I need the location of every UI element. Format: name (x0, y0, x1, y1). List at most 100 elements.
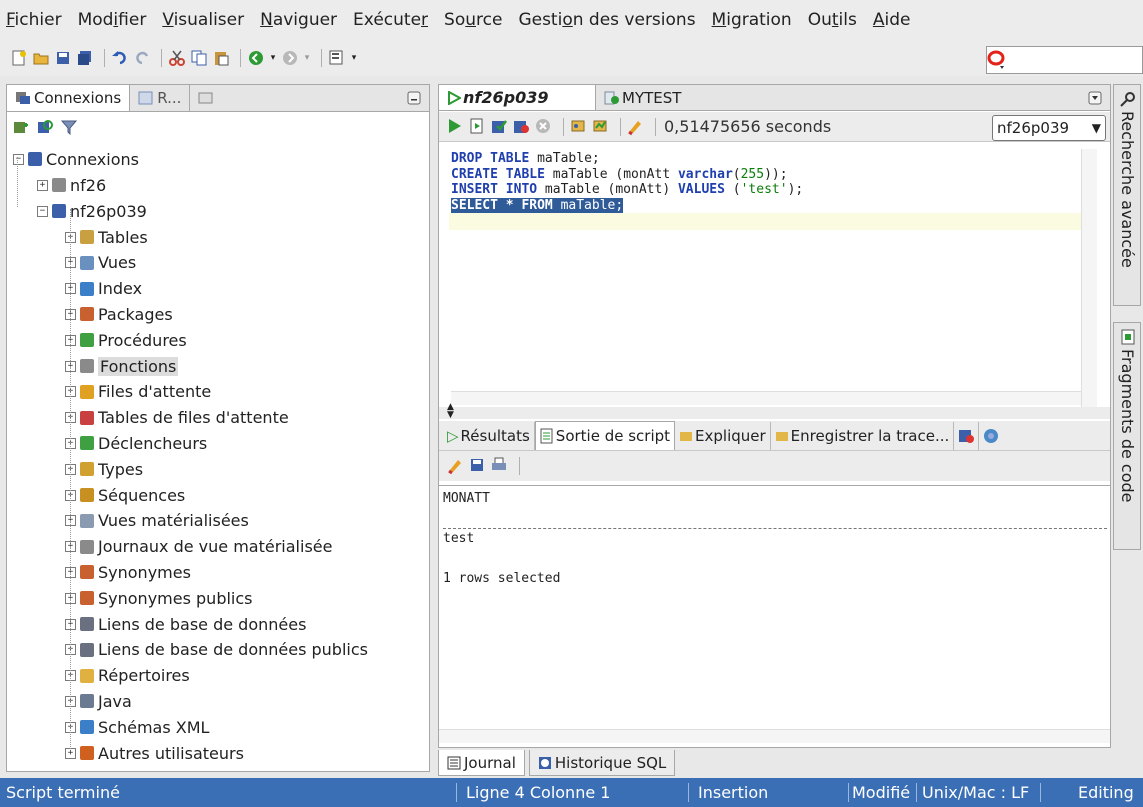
expand-toggle-icon[interactable]: − (13, 153, 24, 165)
paste-icon[interactable] (212, 49, 230, 67)
tree-item[interactable]: + Liens de base de données publics (65, 638, 368, 662)
cancel-icon[interactable] (535, 118, 553, 136)
chevron-down-icon[interactable]: ▾ (303, 49, 311, 67)
tree-item[interactable]: + Autres utilisateurs (65, 741, 244, 765)
advanced-search-sidebar-tab[interactable]: Recherche avancée (1113, 84, 1141, 306)
tab-autotrace[interactable]: Enregistrer la trace... (771, 421, 955, 450)
tree-guide (70, 209, 71, 749)
menu-item[interactable]: Fichier (6, 10, 62, 30)
tree-item[interactable]: + Journaux de vue matérialisée (65, 535, 332, 559)
menu-item[interactable]: Gestion des versions (518, 10, 695, 30)
tab-list-button[interactable] (1080, 85, 1110, 110)
editor-vertical-scrollbar[interactable] (1081, 149, 1097, 407)
tree-item[interactable]: + Java (65, 689, 132, 713)
tree-item[interactable]: + Procédures (65, 328, 187, 352)
tree-item[interactable]: + Liens de base de données (65, 612, 306, 636)
run-script-icon[interactable] (469, 118, 487, 136)
tree-item[interactable]: + Tables de files d'attente (65, 406, 289, 430)
splitter-arrows-icon[interactable]: ▲ ▼ (447, 403, 454, 420)
tree-item[interactable]: + Fonctions (65, 354, 179, 378)
expand-toggle-icon[interactable]: + (65, 747, 76, 759)
save-icon[interactable] (54, 49, 72, 67)
refresh-icon[interactable] (37, 119, 53, 135)
menu-item[interactable]: Naviguer (260, 10, 337, 30)
undo-icon[interactable] (111, 49, 129, 67)
menu-item[interactable]: Migration (712, 10, 792, 30)
save-all-icon[interactable] (76, 49, 94, 67)
tree-item[interactable]: + Répertoires (65, 664, 190, 688)
menu-item[interactable]: Exécuter (353, 10, 428, 30)
copy-icon[interactable] (190, 49, 208, 67)
tab-dbms-output[interactable] (954, 421, 980, 450)
tree-item[interactable]: + Index (65, 277, 142, 301)
folder-icon (80, 384, 94, 399)
menu-item[interactable]: Modifier (78, 10, 147, 30)
open-folder-icon[interactable] (32, 49, 50, 67)
menu-item[interactable]: Visualiser (162, 10, 244, 30)
forward-icon[interactable] (281, 49, 299, 67)
tab-worksheet[interactable]: nf26p039 (439, 85, 596, 110)
oracle-search-icon[interactable] (987, 50, 1007, 70)
chevron-down-icon[interactable]: ▾ (350, 49, 358, 67)
menu-item[interactable]: Outils (808, 10, 857, 30)
commit-icon[interactable] (491, 118, 509, 136)
expand-toggle-icon[interactable]: − (37, 205, 48, 217)
tab-files[interactable] (189, 85, 222, 111)
script-output-area[interactable]: MONATT test 1 rows selected (439, 485, 1110, 721)
back-icon[interactable] (247, 49, 265, 67)
tree-label: Synonymes (98, 562, 191, 582)
sql-worksheet-icon[interactable] (328, 49, 346, 67)
menu-item[interactable]: Source (444, 10, 502, 30)
save-icon[interactable] (469, 457, 487, 475)
tab-journal[interactable]: Journal (438, 750, 525, 776)
connection-select[interactable]: nf26p039 ▼ (992, 115, 1106, 141)
splitter[interactable]: ▲ ▼ (439, 403, 1110, 420)
tree-label: Procédures (98, 330, 187, 350)
sql-code-area[interactable]: DROP TABLE maTable; CREATE TABLE maTable… (451, 151, 1091, 391)
tab-results[interactable]: ▷ Résultats (443, 421, 535, 450)
cut-icon[interactable] (168, 49, 186, 67)
search-input[interactable] (986, 46, 1143, 74)
run-statement-icon[interactable] (447, 118, 465, 136)
tree-connection-open[interactable]: − nf26p039 (37, 199, 147, 223)
tab-mytest[interactable]: MYTEST (596, 85, 689, 110)
clear-icon[interactable] (627, 118, 645, 136)
clear-output-icon[interactable] (447, 457, 465, 475)
tab-sql-history[interactable]: Historique SQL (528, 750, 676, 776)
explain-plan-icon[interactable] (570, 118, 588, 136)
rollback-icon[interactable] (513, 118, 531, 136)
tab-explain[interactable]: Expliquer (675, 421, 771, 450)
tab-owa-output[interactable] (979, 422, 1003, 450)
tree-item[interactable]: + Vues matérialisées (65, 509, 249, 533)
tree-connection[interactable]: + nf26 (37, 173, 106, 197)
add-connection-icon[interactable] (13, 119, 29, 135)
autotrace-icon[interactable] (592, 118, 610, 136)
tree-item[interactable]: + Séquences (65, 483, 185, 507)
minimize-button[interactable] (399, 85, 429, 111)
print-icon[interactable] (491, 457, 509, 475)
menu-item[interactable]: Aide (873, 10, 911, 30)
redo-icon[interactable] (133, 49, 151, 67)
tree-item[interactable]: + Tables (65, 225, 148, 249)
filter-icon[interactable] (61, 119, 77, 135)
code-snippets-sidebar-tab[interactable]: Fragments de code (1113, 322, 1141, 550)
tab-reports[interactable]: R... (130, 85, 189, 111)
editor-horizontal-scrollbar[interactable] (451, 391, 1081, 405)
tree-item[interactable]: + Packages (65, 302, 173, 326)
output-horizontal-scrollbar[interactable] (439, 729, 1110, 743)
tab-connexions[interactable]: Connexions (7, 85, 131, 111)
new-file-icon[interactable] (10, 49, 28, 67)
tree-root[interactable]: − Connexions (13, 147, 139, 171)
sql-text: ); (787, 182, 804, 197)
tree-item[interactable]: + Files d'attente (65, 380, 211, 404)
tree-item[interactable]: + Déclencheurs (65, 431, 207, 455)
play-icon: ▷ (447, 426, 459, 445)
tree-item[interactable]: + Synonymes (65, 560, 191, 584)
tree-item[interactable]: + Schémas XML (65, 715, 209, 739)
tree-item[interactable]: + Synonymes publics (65, 586, 253, 610)
tree-item[interactable]: + Types (65, 457, 143, 481)
tab-script-output[interactable]: Sortie de script (534, 421, 676, 450)
chevron-down-icon[interactable]: ▾ (269, 49, 277, 67)
expand-toggle-icon[interactable]: + (37, 179, 48, 191)
tree-item[interactable]: + Vues (65, 251, 136, 275)
